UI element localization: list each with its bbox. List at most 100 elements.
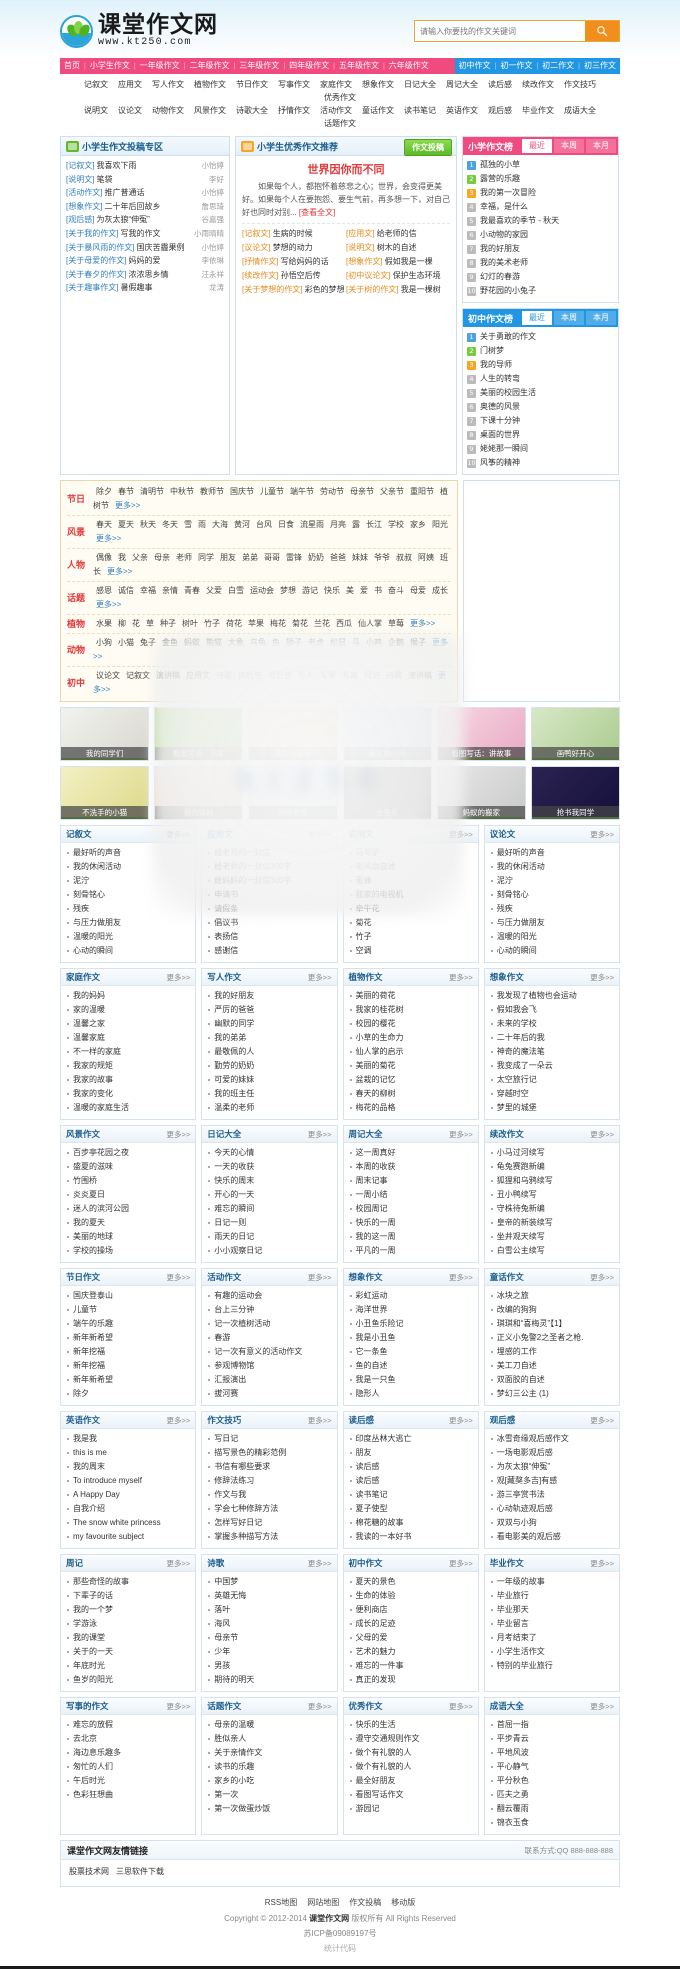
recommend-title[interactable]: 假如我是一棵 (385, 257, 433, 266)
category-item-link[interactable]: this is me (73, 1448, 107, 1457)
category-list-item[interactable]: 牵牛花 (349, 902, 473, 916)
category-list-item[interactable]: 新年新希望 (66, 1373, 190, 1387)
category-list-item[interactable]: 午后时光 (66, 1774, 190, 1788)
category-item-link[interactable]: 百步亭花园之夜 (73, 1148, 129, 1157)
category-item-link[interactable]: 温暖的家庭生活 (73, 1103, 129, 1112)
middle-ranking-item-title[interactable]: 姥姥那一瞬间 (480, 442, 528, 456)
category-item-link[interactable]: The snow white princess (73, 1518, 161, 1527)
subnav-2-8[interactable]: 读书笔记 (399, 106, 441, 115)
category-item-link[interactable]: 遵守交通规则作文 (356, 1734, 420, 1743)
recommend-item[interactable]: [抒情作文] 写给妈妈的话 (242, 255, 346, 269)
subnav-2-9[interactable]: 英语作文 (441, 106, 483, 115)
middle-ranking-item[interactable]: 2 门树梦 (467, 344, 614, 358)
category-list-item[interactable]: 朋友 (349, 1446, 473, 1460)
recommend-list[interactable]: [记叙文] 生病的时候 [应用文] 给老师的信 [议论文] 梦想的动力 [说明文] 树… (242, 223, 450, 297)
category-list-item[interactable]: 端午的乐趣 (66, 1317, 190, 1331)
tag-link[interactable]: 除夕 (93, 487, 115, 496)
nav-middle-item-1[interactable]: 初一作文 (496, 58, 536, 74)
category-list-item[interactable]: 仙人掌的启示 (349, 1045, 473, 1059)
category-list-item[interactable]: 读书的乐趣 (207, 1760, 331, 1774)
category-item-link[interactable]: 泥泞 (497, 876, 513, 885)
category-list-item[interactable]: 我的夏天 (66, 1216, 190, 1230)
category-list-item[interactable]: 温馨之家 (66, 1017, 190, 1031)
category-item-link[interactable]: 记一次有意义的活动作文 (214, 1347, 302, 1356)
tag-link[interactable]: 树叶 (179, 619, 201, 628)
category-list-item[interactable]: 我家的规矩 (66, 1059, 190, 1073)
category-list-item[interactable]: 感谢信 (207, 944, 331, 958)
tag-link[interactable]: 同学 (195, 553, 217, 562)
recommend-title[interactable]: 给老师的信 (377, 229, 417, 238)
tag-link[interactable]: 菊花 (289, 619, 311, 628)
category-item-link[interactable]: 家的温暖 (73, 1005, 105, 1014)
tag-link[interactable]: 仙人掌 (355, 619, 385, 628)
category-list-item[interactable]: 我的妈妈 (66, 989, 190, 1003)
submission-title[interactable]: 暑假趣事 (120, 281, 205, 295)
category-list-item[interactable]: A Happy Day (66, 1488, 190, 1502)
nav-item-3[interactable]: 二年级作文 (185, 58, 233, 74)
main-navigation[interactable]: 首页 | 小学生作文 | 一年级作文 | 二年级作文 | 三年级作文 | 四年级作文 | 五年级作文 | 六… (60, 58, 620, 74)
category-list-item[interactable]: 给老师的一封信300字 (207, 860, 331, 874)
category-item-link[interactable]: 成长的足迹 (356, 1619, 396, 1628)
middle-ranking-item[interactable]: 10 风筝的精神 (467, 456, 614, 470)
nav-item-2[interactable]: 一年级作文 (136, 58, 184, 74)
category-item-link[interactable]: 假如我会飞 (497, 1005, 537, 1014)
category-list-item[interactable]: 神奇的魔法笔 (490, 1045, 614, 1059)
footer-links[interactable]: RSS地图 网站地图 作文投稿 移动版 (60, 1897, 620, 1908)
category-list-item[interactable]: 看图写话作文 (349, 1788, 473, 1802)
category-item-link[interactable]: 新年新希望 (73, 1333, 113, 1342)
nav-group-primary[interactable]: 首页 | 小学生作文 | 一年级作文 | 二年级作文 | 三年级作文 | 四年级作文 | 五年级作文 | 六… (60, 58, 455, 74)
category-item-link[interactable]: 蜜蜂 (356, 876, 372, 885)
sub-nav-row-2[interactable]: 说明文 议论文 动物作文 风景作文 诗歌大全 抒情作文 活动作文 童话作文 读书笔记 英语作文 观后… (60, 104, 620, 130)
category-item-link[interactable]: 色彩狂想曲 (73, 1790, 113, 1799)
category-list-item[interactable]: 双双与小狗 (490, 1516, 614, 1530)
category-list-item[interactable]: 匹夫之勇 (490, 1788, 614, 1802)
category-item-link[interactable]: 梦里的城堡 (497, 1103, 537, 1112)
category-item-link[interactable]: 盆栽的记忆 (356, 1075, 396, 1084)
tag-link[interactable]: 冬天 (159, 520, 181, 529)
category-item-link[interactable]: 我的课堂 (73, 1633, 105, 1642)
category-list-item[interactable]: 学会七种修辞方法 (207, 1502, 331, 1516)
tag-link[interactable]: 游记 (299, 586, 321, 595)
category-list-item[interactable]: 读后感 (349, 1474, 473, 1488)
category-list-item[interactable]: 它一条鱼 (349, 1345, 473, 1359)
tag-link[interactable]: 荷花 (223, 619, 245, 628)
tag-link[interactable]: 记叙文 (123, 671, 153, 680)
category-item-link[interactable]: 最好听的声音 (73, 848, 121, 857)
tag-link[interactable]: 亲情 (159, 586, 181, 595)
category-item-link[interactable]: 刻骨铭心 (497, 890, 529, 899)
category-list-item[interactable]: 记一次植树活动 (207, 1317, 331, 1331)
category-item-link[interactable]: 学游泳 (73, 1619, 97, 1628)
category-list-item[interactable]: 隐形人 (349, 1387, 473, 1401)
tag-link[interactable]: 梦想 (277, 586, 299, 595)
thumbnail-item[interactable]: 我的老爸 (248, 766, 338, 820)
category-item-link[interactable]: 美丽的地球 (73, 1232, 113, 1241)
category-list-item[interactable]: 做个有礼貌的人 (349, 1760, 473, 1774)
middle-ranking-item-title[interactable]: 风筝的精神 (480, 456, 520, 470)
category-item-link[interactable]: 双双与小狗 (497, 1518, 537, 1527)
category-item-link[interactable]: 白雪公主续写 (497, 1246, 545, 1255)
tag-link[interactable]: 小狗 (93, 638, 115, 647)
category-item-link[interactable]: 一年级的故事 (497, 1577, 545, 1586)
category-list-item[interactable]: 海边息乐趣多 (66, 1746, 190, 1760)
category-list-item[interactable]: 菊花 (349, 916, 473, 930)
category-item-link[interactable]: 刻骨铭心 (73, 890, 105, 899)
tag-link[interactable]: 写景 (317, 671, 339, 680)
category-more-link[interactable]: 更多>> (590, 1701, 614, 1712)
middle-ranking-item-title[interactable]: 人生的转弯 (480, 372, 520, 386)
submission-item[interactable]: [关于我的作文] 写我的作文 小雨晴晴 (66, 227, 224, 241)
subnav-2-11[interactable]: 毕业作文 (517, 106, 559, 115)
tag-link[interactable]: 教师节 (197, 487, 227, 496)
category-list-item[interactable]: this is me (66, 1446, 190, 1460)
tag-link[interactable]: 母亲 (151, 553, 173, 562)
category-item-link[interactable]: 新年挖福 (73, 1361, 105, 1370)
category-list-item[interactable]: 海洋世界 (349, 1303, 473, 1317)
submission-title[interactable]: 国庆苦霾果例 (136, 241, 197, 255)
nav-group-middle[interactable]: 初中作文 | 初一作文 | 初二作文 | 初三作文 (454, 58, 620, 74)
category-item-link[interactable]: 我家的桂花树 (356, 1005, 404, 1014)
category-list-item[interactable]: 我家的电视机 (349, 888, 473, 902)
middle-ranking-tab-0[interactable]: 最近 (522, 311, 552, 325)
primary-ranking-tab-2[interactable]: 本月 (586, 139, 616, 153)
category-list-item[interactable]: 刻骨铭心 (66, 888, 190, 902)
sub-navigation[interactable]: 记叙文 应用文 写人作文 植物作文 节日作文 写事作文 家庭作文 想象作文 日记大全 周记大全 读后… (60, 74, 620, 133)
category-item-link[interactable]: 鱼的自述 (356, 1361, 388, 1370)
